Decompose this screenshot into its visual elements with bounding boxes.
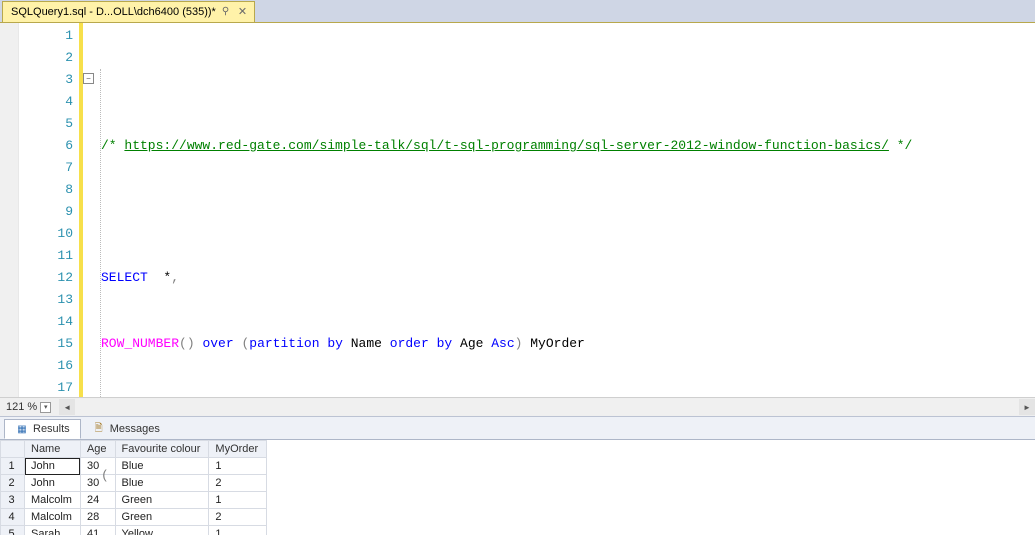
line-number: 2 — [19, 47, 73, 69]
document-tabstrip: SQLQuery1.sql - D...OLL\dch6400 (535))* … — [0, 0, 1035, 22]
line-number: 8 — [19, 179, 73, 201]
line-number: 16 — [19, 355, 73, 377]
zoom-level-dropdown[interactable]: 121 % ▾ — [0, 401, 55, 413]
line-number: 4 — [19, 91, 73, 113]
code-surface[interactable]: /* https://www.red-gate.com/simple-talk/… — [101, 23, 1035, 397]
cell[interactable]: John — [25, 458, 81, 475]
line-number: 9 — [19, 201, 73, 223]
code-line: /* https://www.red-gate.com/simple-talk/… — [101, 135, 1035, 157]
row-header[interactable]: 2 — [1, 475, 25, 492]
cell[interactable]: Malcolm — [25, 492, 81, 509]
line-number: 12 — [19, 267, 73, 289]
sql-editor[interactable]: 1 2 3 4 5 6 7 8 9 10 11 12 13 14 15 16 1… — [0, 22, 1035, 397]
code-line: SELECT 'John' as Name, 30 as Age, 'Blue'… — [101, 531, 1035, 535]
tab-results[interactable]: ▦ Results — [4, 419, 81, 439]
code-line: ( — [101, 465, 1035, 487]
selection-margin — [0, 23, 19, 397]
cell[interactable]: Malcolm — [25, 509, 81, 526]
line-number: 10 — [19, 223, 73, 245]
line-number-gutter: 1 2 3 4 5 6 7 8 9 10 11 12 13 14 15 16 1… — [19, 23, 79, 397]
line-number: 17 — [19, 377, 73, 399]
code-line: SELECT *, — [101, 267, 1035, 289]
row-header[interactable]: 3 — [1, 492, 25, 509]
column-header-name[interactable]: Name — [25, 441, 81, 458]
close-icon[interactable]: ✕ — [238, 7, 248, 17]
line-number: 14 — [19, 311, 73, 333]
chevron-down-icon[interactable]: ▾ — [40, 402, 51, 413]
pin-icon[interactable]: ⚲ — [222, 7, 232, 17]
line-number: 13 — [19, 289, 73, 311]
tab-results-label: Results — [33, 423, 70, 435]
code-line — [101, 201, 1035, 223]
line-number: 3 — [19, 69, 73, 91]
row-header[interactable]: 4 — [1, 509, 25, 526]
grid-icon: ▦ — [15, 422, 29, 436]
scroll-right-icon[interactable]: ► — [1019, 399, 1035, 415]
cell[interactable]: Sarah — [25, 526, 81, 535]
editor-footer: 121 % ▾ ◄ ► — [0, 397, 1035, 416]
line-number: 1 — [19, 25, 73, 47]
scroll-left-icon[interactable]: ◄ — [59, 399, 75, 415]
horizontal-scrollbar[interactable]: ◄ ► — [59, 399, 1035, 415]
line-number: 5 — [19, 113, 73, 135]
line-number: 15 — [19, 333, 73, 355]
code-line: ROW_NUMBER() over (partition by Name ord… — [101, 333, 1035, 355]
line-number: 6 — [19, 135, 73, 157]
document-tab[interactable]: SQLQuery1.sql - D...OLL\dch6400 (535))* … — [2, 1, 255, 22]
grid-corner[interactable] — [1, 441, 25, 458]
outline-collapse-icon[interactable]: − — [83, 73, 94, 84]
row-header[interactable]: 1 — [1, 458, 25, 475]
cell[interactable]: John — [25, 475, 81, 492]
document-tab-title: SQLQuery1.sql - D...OLL\dch6400 (535))* — [11, 6, 216, 18]
line-number: 7 — [19, 157, 73, 179]
row-header[interactable]: 5 — [1, 526, 25, 535]
zoom-level-value: 121 % — [6, 401, 37, 413]
line-number: 11 — [19, 245, 73, 267]
